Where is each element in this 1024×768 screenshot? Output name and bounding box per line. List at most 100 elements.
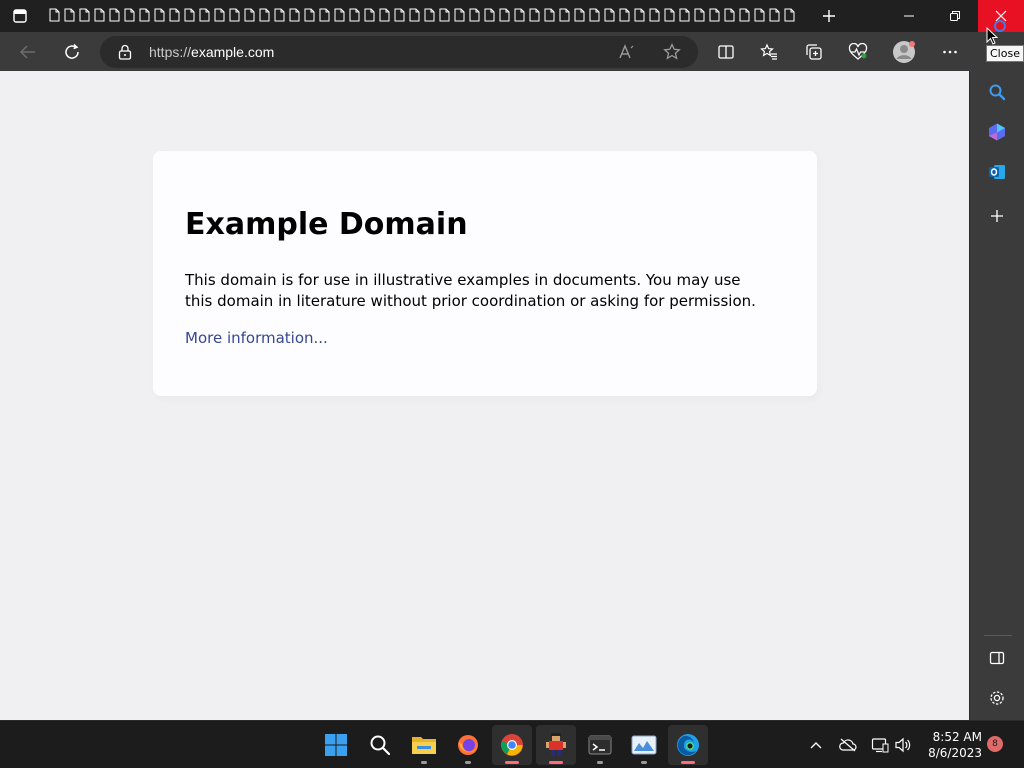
browser-tab[interactable]	[302, 6, 316, 24]
notification-badge[interactable]: 8	[987, 736, 1003, 752]
browser-tab[interactable]	[242, 6, 256, 24]
add-favorite-button[interactable]	[663, 42, 681, 65]
browser-tab[interactable]	[632, 6, 646, 24]
speaker-icon	[895, 737, 911, 753]
system-clock[interactable]: 8:52 AM 8/6/2023	[918, 729, 982, 761]
tab-actions-button[interactable]	[0, 0, 40, 32]
refresh-button[interactable]	[56, 36, 88, 68]
browser-tab[interactable]	[392, 6, 406, 24]
taskbar-chrome[interactable]	[492, 725, 532, 765]
page-description: This domain is for use in illustrative e…	[185, 271, 756, 310]
volume-button[interactable]	[892, 733, 914, 757]
page-icon	[454, 8, 464, 22]
browser-tab[interactable]	[527, 6, 541, 24]
page-icon	[679, 8, 689, 22]
browser-tab[interactable]	[62, 6, 76, 24]
browser-tab[interactable]	[497, 6, 511, 24]
start-button[interactable]	[316, 725, 356, 765]
browser-tab[interactable]	[197, 6, 211, 24]
taskbar-firefox[interactable]	[448, 725, 488, 765]
minimize-button[interactable]	[886, 0, 932, 32]
browser-tab[interactable]	[572, 6, 586, 24]
read-aloud-button[interactable]	[618, 43, 636, 65]
browser-tab[interactable]	[692, 6, 706, 24]
page-icon	[754, 8, 764, 22]
browser-tab[interactable]	[257, 6, 271, 24]
collections-button[interactable]	[798, 36, 830, 68]
browser-tab[interactable]	[137, 6, 151, 24]
browser-tab[interactable]	[362, 6, 376, 24]
browser-tab[interactable]	[182, 6, 196, 24]
browser-tab[interactable]	[272, 6, 286, 24]
browser-tab[interactable]	[602, 6, 616, 24]
taskbar-search-button[interactable]	[360, 725, 400, 765]
browser-tab[interactable]	[77, 6, 91, 24]
browser-tab[interactable]	[437, 6, 451, 24]
browser-tab[interactable]	[92, 6, 106, 24]
sidebar-add-button[interactable]	[983, 202, 1011, 230]
onedrive-button[interactable]	[837, 733, 859, 757]
page-icon	[94, 8, 104, 22]
profile-button[interactable]	[888, 36, 920, 68]
browser-tab[interactable]	[422, 6, 436, 24]
page-icon	[514, 8, 524, 22]
browser-tab[interactable]	[407, 6, 421, 24]
taskbar-edge[interactable]	[668, 725, 708, 765]
more-icon	[943, 50, 957, 54]
more-information-link[interactable]: More information...	[185, 329, 328, 347]
browser-tab[interactable]	[662, 6, 676, 24]
browser-tab[interactable]	[647, 6, 661, 24]
restore-button[interactable]	[932, 0, 978, 32]
browser-tab[interactable]	[332, 6, 346, 24]
browser-essentials-button[interactable]	[842, 36, 874, 68]
browser-tab[interactable]	[452, 6, 466, 24]
browser-tab[interactable]	[212, 6, 226, 24]
browser-tab[interactable]	[587, 6, 601, 24]
browser-tab[interactable]	[737, 6, 751, 24]
browser-tab[interactable]	[47, 6, 61, 24]
browser-tab[interactable]	[467, 6, 481, 24]
sidebar-outlook-button[interactable]	[983, 158, 1011, 186]
page-icon	[499, 8, 509, 22]
taskbar-terminal[interactable]	[580, 725, 620, 765]
browser-tab[interactable]	[782, 6, 796, 24]
page-icon	[664, 8, 674, 22]
star-icon	[663, 42, 681, 60]
favorites-button[interactable]	[753, 36, 785, 68]
address-bar[interactable]: https://example.com	[100, 36, 698, 68]
settings-more-button[interactable]	[934, 36, 966, 68]
browser-tab[interactable]	[287, 6, 301, 24]
browser-tab[interactable]	[617, 6, 631, 24]
browser-tab[interactable]	[767, 6, 781, 24]
browser-tab[interactable]	[107, 6, 121, 24]
browser-tab[interactable]	[377, 6, 391, 24]
page-icon	[64, 8, 74, 22]
browser-tab[interactable]	[482, 6, 496, 24]
taskbar-game-app[interactable]	[536, 725, 576, 765]
sidebar-search-button[interactable]	[983, 78, 1011, 106]
sidebar-copilot-button[interactable]	[983, 118, 1011, 146]
browser-tab[interactable]	[512, 6, 526, 24]
browser-tab[interactable]	[152, 6, 166, 24]
split-screen-button[interactable]	[710, 36, 742, 68]
browser-tab[interactable]	[227, 6, 241, 24]
sidebar-settings-button[interactable]	[983, 684, 1011, 712]
hide-sidebar-button[interactable]	[983, 644, 1011, 672]
browser-sidebar	[969, 71, 1024, 720]
browser-tab[interactable]	[707, 6, 721, 24]
browser-tab[interactable]	[122, 6, 136, 24]
taskbar-photos[interactable]	[624, 725, 664, 765]
new-tab-button[interactable]	[814, 2, 844, 30]
browser-tab[interactable]	[752, 6, 766, 24]
network-button[interactable]	[869, 733, 891, 757]
browser-tab[interactable]	[722, 6, 736, 24]
taskbar-file-explorer[interactable]	[404, 725, 444, 765]
browser-tab[interactable]	[677, 6, 691, 24]
browser-tab[interactable]	[347, 6, 361, 24]
browser-tab[interactable]	[542, 6, 556, 24]
back-button[interactable]	[12, 36, 44, 68]
show-hidden-icons-button[interactable]	[805, 733, 827, 757]
browser-tab[interactable]	[317, 6, 331, 24]
browser-tab[interactable]	[167, 6, 181, 24]
browser-tab[interactable]	[557, 6, 571, 24]
